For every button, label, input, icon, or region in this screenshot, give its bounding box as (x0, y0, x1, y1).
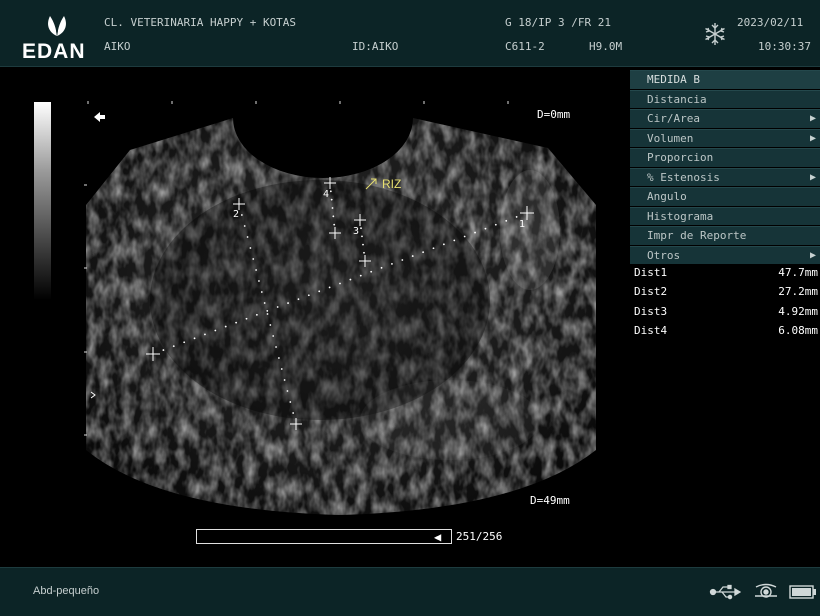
menu-item-label: Histograma (647, 209, 714, 223)
marker-1: 1 (519, 219, 525, 230)
menu-item-estenosis[interactable]: % Estenosis ▶ (630, 167, 820, 186)
snowflake-icon[interactable] (703, 22, 727, 46)
menu-item-volumen[interactable]: Volumen ▶ (630, 128, 820, 147)
menu-item-medida-b[interactable]: MEDIDA B (630, 70, 820, 89)
battery-icon (789, 585, 816, 599)
menu-item-proporcion[interactable]: Proporcion (630, 148, 820, 167)
marker-4: 4 (323, 189, 329, 200)
chevron-right-icon: ▶ (809, 132, 816, 144)
marker-3: 3 (353, 226, 359, 237)
measurement-value: 47.7mm (778, 266, 818, 279)
measurement-value: 27.2mm (778, 285, 818, 299)
exam-preset[interactable]: Abd-pequeño (33, 585, 99, 597)
measurement-name: Dist4 (634, 323, 668, 337)
menu-item-label: Angulo (647, 190, 687, 203)
menu-item-label: Otros (647, 248, 681, 262)
marker-2: 2 (233, 209, 239, 220)
cine-progress-bar[interactable] (196, 529, 452, 544)
menu-item-label: MEDIDA B (647, 73, 700, 86)
usb-icon (709, 584, 741, 600)
measurement-name: Dist3 (634, 304, 668, 318)
menu-item-impr-de-reporte[interactable]: Impr de Reporte (630, 226, 820, 245)
measure-menu: MEDIDA B Distancia Cir/Area ▶ Volumen ▶ Propor… (630, 70, 820, 265)
menu-item-label: Distancia (647, 92, 707, 106)
orientation-arrow-icon (94, 112, 105, 122)
chevron-right-icon: ▶ (809, 249, 816, 261)
measurement-name: Dist1 (634, 266, 668, 279)
printer-icon (755, 583, 777, 598)
annotation-text: RIZ (382, 177, 401, 191)
measurement-name: Dist2 (634, 285, 668, 299)
menu-item-distancia[interactable]: Distancia (630, 89, 820, 108)
menu-item-otros[interactable]: Otros ▶ (630, 245, 820, 264)
time: 10:30:37 (758, 40, 811, 53)
menu-item-label: Volumen (647, 131, 694, 145)
footer-bar: Abd-pequeño (0, 567, 820, 616)
chevron-right-icon: ▶ (809, 113, 816, 124)
measurement-value: 6.08mm (778, 323, 818, 337)
chevron-right-icon: ▶ (809, 171, 816, 183)
cine-frame-count: 251/256 (456, 530, 503, 543)
cine-play-icon[interactable]: ◀ (434, 530, 441, 544)
menu-item-label: % Estenosis (647, 170, 720, 184)
depth-top: D=0mm (537, 108, 571, 121)
menu-item-label: Proporcion (647, 151, 714, 164)
menu-item-label: Impr de Reporte (647, 229, 747, 242)
menu-item-angulo[interactable]: Angulo (630, 187, 820, 206)
date: 2023/02/11 (737, 16, 804, 29)
measurement-value: 4.92mm (778, 304, 818, 318)
menu-item-label: Cir/Area (647, 112, 700, 125)
ultrasound-scan[interactable]: 1 2 3 4 RIZ (0, 0, 628, 567)
menu-item-histograma[interactable]: Histograma (630, 206, 820, 225)
menu-item-cir-area[interactable]: Cir/Area ▶ (630, 109, 820, 128)
depth-bottom: D=49mm (530, 494, 570, 507)
